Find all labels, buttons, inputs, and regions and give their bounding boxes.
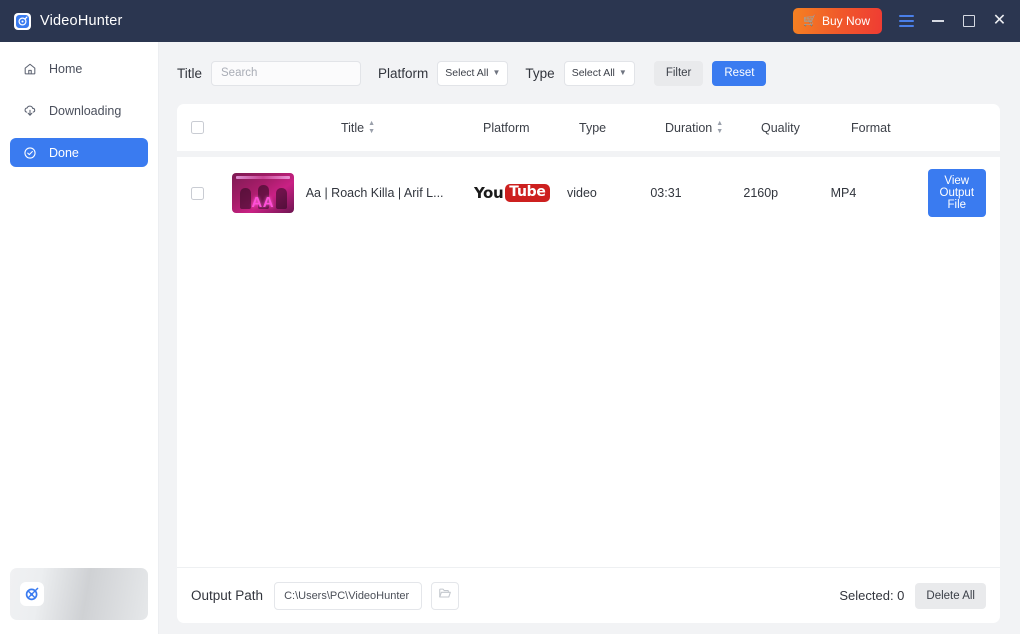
sidebar-item-downloading[interactable]: Downloading	[10, 96, 148, 125]
app-body: Home Downloading Done Title Search Platf…	[0, 42, 1020, 634]
sidebar-item-label-home: Home	[49, 61, 83, 76]
sidebar: Home Downloading Done	[0, 42, 159, 634]
output-path-label: Output Path	[191, 588, 264, 603]
view-output-file-button[interactable]: View Output File	[927, 169, 987, 217]
row-type-text: video	[567, 186, 597, 200]
header-label-platform: Platform	[483, 120, 530, 135]
youtube-logo-icon: You Tube	[474, 184, 550, 202]
header-label-type: Type	[579, 120, 607, 135]
header-cell-type: Type	[579, 121, 665, 135]
title-bar: VideoHunter 🛒 Buy Now ✕	[0, 0, 1020, 42]
title-filter-label: Title	[177, 65, 203, 81]
youtube-logo-you: You	[473, 184, 504, 202]
row-title-text: Aa | Roach Killa | Arif L...	[305, 186, 444, 200]
row-cell-format: MP4	[831, 186, 928, 200]
row-format-text: MP4	[830, 186, 857, 200]
type-filter-label: Type	[525, 65, 555, 81]
type-select[interactable]: Select All ▼	[563, 60, 635, 86]
filter-bar: Title Platform Select All ▼ Type Select …	[177, 42, 1000, 104]
app-title: VideoHunter	[40, 13, 123, 29]
header-label-duration: Duration	[665, 120, 713, 135]
platform-select[interactable]: Select All ▼	[437, 60, 509, 86]
sidebar-item-label-done: Done	[49, 145, 79, 160]
application-window: VideoHunter 🛒 Buy Now ✕ Home Downloading…	[0, 0, 1020, 634]
delete-all-button[interactable]: Delete All	[915, 582, 986, 609]
header-cell-quality: Quality	[761, 121, 851, 135]
youtube-logo-tube: Tube	[505, 184, 550, 202]
select-all-checkbox[interactable]	[191, 121, 204, 134]
promo-app-icon	[20, 582, 44, 606]
row-cell-title: AA Aa | Roach Killa | Arif L...	[231, 173, 474, 213]
filter-button[interactable]: Filter	[653, 60, 704, 86]
bottom-padding	[177, 623, 1000, 634]
empty-list-area	[177, 229, 1000, 567]
header-cell-format: Format	[851, 121, 951, 135]
video-thumbnail: AA	[231, 173, 294, 213]
header-cell-platform: Platform	[483, 121, 579, 135]
sidebar-item-label-downloading: Downloading	[49, 103, 122, 118]
select-all-cell	[191, 121, 233, 134]
download-cloud-icon	[22, 103, 37, 118]
row-cell-action: View Output File	[927, 169, 987, 217]
sort-duration-button[interactable]: Duration ▲ ▼	[665, 120, 723, 135]
header-label-title: Title	[340, 120, 365, 135]
buy-now-label: Buy Now	[821, 14, 870, 28]
search-input[interactable]	[211, 60, 362, 86]
type-select-value: Select All	[571, 67, 615, 79]
header-cell-title: Title ▲ ▼	[233, 120, 483, 135]
platform-filter-label: Platform	[378, 65, 429, 81]
platform-select-value: Select All	[445, 67, 489, 79]
selected-count-label: Selected: 0	[839, 588, 905, 603]
hamburger-menu-icon[interactable]	[898, 13, 915, 30]
row-duration-text: 03:31	[650, 186, 682, 200]
header-label-quality: Quality	[761, 120, 800, 135]
row-cell-platform: You Tube	[474, 184, 567, 202]
header-cell-duration: Duration ▲ ▼	[665, 120, 761, 135]
app-brand: VideoHunter	[14, 12, 123, 30]
chevron-down-icon: ▼	[618, 68, 627, 77]
browse-folder-button[interactable]	[431, 581, 460, 610]
check-circle-icon	[22, 145, 37, 160]
output-path-input[interactable]	[274, 581, 423, 610]
row-cell-duration: 03:31	[650, 186, 743, 200]
header-label-format: Format	[851, 120, 891, 135]
table-row[interactable]: AA Aa | Roach Killa | Arif L... You Tube…	[177, 157, 1000, 229]
row-select-cell	[191, 186, 232, 200]
promo-banner[interactable]	[10, 568, 148, 620]
close-icon[interactable]: ✕	[991, 13, 1008, 30]
buy-now-button[interactable]: 🛒 Buy Now	[793, 8, 882, 34]
table-header: Title ▲ ▼ Platform Type Duration ▲ ▼ Qua…	[177, 104, 1000, 151]
row-quality-text: 2160p	[743, 186, 779, 200]
sort-arrows-icon: ▲ ▼	[368, 120, 376, 135]
maximize-icon[interactable]	[960, 13, 977, 30]
cart-icon: 🛒	[803, 14, 817, 27]
window-controls: ✕	[898, 13, 1008, 30]
chevron-down-icon: ▼	[492, 68, 501, 77]
row-checkbox[interactable]	[191, 186, 204, 200]
sort-arrows-icon: ▲ ▼	[716, 120, 724, 135]
folder-open-icon	[438, 586, 452, 605]
output-path-bar: Output Path Selected: 0 Delete All	[177, 567, 1000, 623]
sort-title-button[interactable]: Title ▲ ▼	[341, 120, 375, 135]
main-content: Title Platform Select All ▼ Type Select …	[159, 42, 1020, 634]
sidebar-item-home[interactable]: Home	[10, 54, 148, 83]
thumbnail-text: AA	[251, 194, 275, 211]
minimize-icon[interactable]	[929, 13, 946, 30]
row-cell-quality: 2160p	[743, 186, 830, 200]
videohunter-logo-icon	[14, 12, 31, 30]
reset-button[interactable]: Reset	[712, 60, 767, 86]
sidebar-item-done[interactable]: Done	[10, 138, 148, 167]
row-cell-type: video	[567, 186, 650, 200]
table-body-card: AA Aa | Roach Killa | Arif L... You Tube…	[177, 157, 1000, 623]
home-icon	[22, 61, 37, 76]
